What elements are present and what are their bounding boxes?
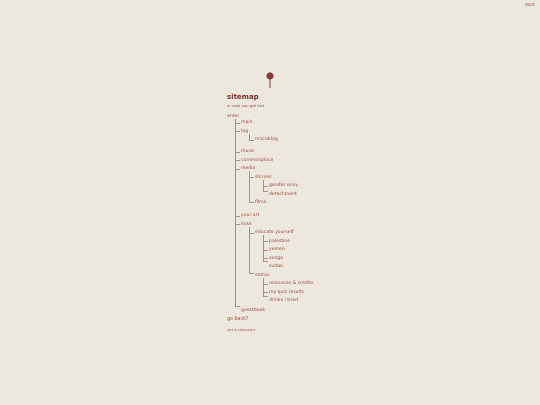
tree-item-yemen[interactable]: yemen [269, 247, 285, 252]
tree-item-music[interactable]: music [241, 149, 255, 154]
tree-line [235, 306, 240, 307]
tree-item-sudan[interactable]: sudan [269, 264, 283, 269]
tree-line [249, 171, 250, 202]
tree-line [263, 185, 268, 187]
tree-line [235, 151, 240, 153]
tree-item-films[interactable]: films [255, 200, 266, 205]
go-back-link[interactable]: go back? [227, 317, 248, 322]
tree-line [249, 202, 254, 203]
map-pin-icon [266, 72, 274, 88]
sitemap-page: dark sitemap in case you got lost enter … [0, 0, 540, 405]
tree-line [235, 122, 240, 124]
tree-item-microblog[interactable]: microblog [255, 137, 278, 142]
tree-item-educate-yourself[interactable]: educate yourself [255, 230, 294, 235]
footer-credit: jack & nekovague [227, 328, 256, 332]
tree-item-links[interactable]: links [241, 222, 252, 227]
tree-line [249, 232, 254, 234]
tree-item-main[interactable]: main [241, 120, 252, 125]
tree-item-commonplace[interactable]: commonplace [241, 158, 273, 163]
tree-item-my-quiz-results[interactable]: my quiz results [269, 290, 304, 295]
tree-line [249, 226, 250, 273]
tree-line [249, 177, 254, 178]
tree-item-drinks-i-tried[interactable]: drinks i tried [269, 298, 298, 303]
tree-line [263, 295, 268, 297]
tree-item-palestine[interactable]: palestine [269, 239, 290, 244]
tree-item-congo[interactable]: congo [269, 256, 283, 261]
tree-item-log[interactable]: log [241, 129, 248, 134]
dark-mode-link[interactable]: dark [525, 3, 535, 8]
sitemap-section: sitemap in case you got lost enter main … [227, 93, 367, 313]
page-title: sitemap [227, 93, 259, 101]
tree-line [263, 261, 268, 262]
tree-item-resources-credits[interactable]: resources & credits [269, 281, 313, 286]
tree-line [263, 241, 268, 242]
page-subtitle: in case you got lost [227, 103, 265, 108]
tree-item-guestbook[interactable]: guestbook [241, 308, 265, 313]
tree-item-detachment[interactable]: detachment [269, 192, 297, 197]
tree-line [263, 292, 268, 293]
tree-line [235, 215, 240, 217]
tree-item-gender-envy[interactable]: gender envy [269, 183, 298, 188]
tree-line [235, 224, 240, 225]
tree-line [249, 139, 254, 141]
tree-line [263, 249, 268, 251]
tree-line [263, 277, 264, 296]
tree-line [235, 160, 240, 161]
tree-line [263, 258, 268, 259]
tree-item-your-art[interactable]: your art [241, 213, 259, 218]
tree-line [235, 119, 236, 306]
tree-line [235, 131, 240, 132]
tree-line [263, 283, 268, 285]
tree-line [249, 272, 254, 274]
tree-line [235, 168, 240, 170]
tree-item-enter[interactable]: enter [227, 114, 239, 119]
tree-line [263, 190, 268, 192]
